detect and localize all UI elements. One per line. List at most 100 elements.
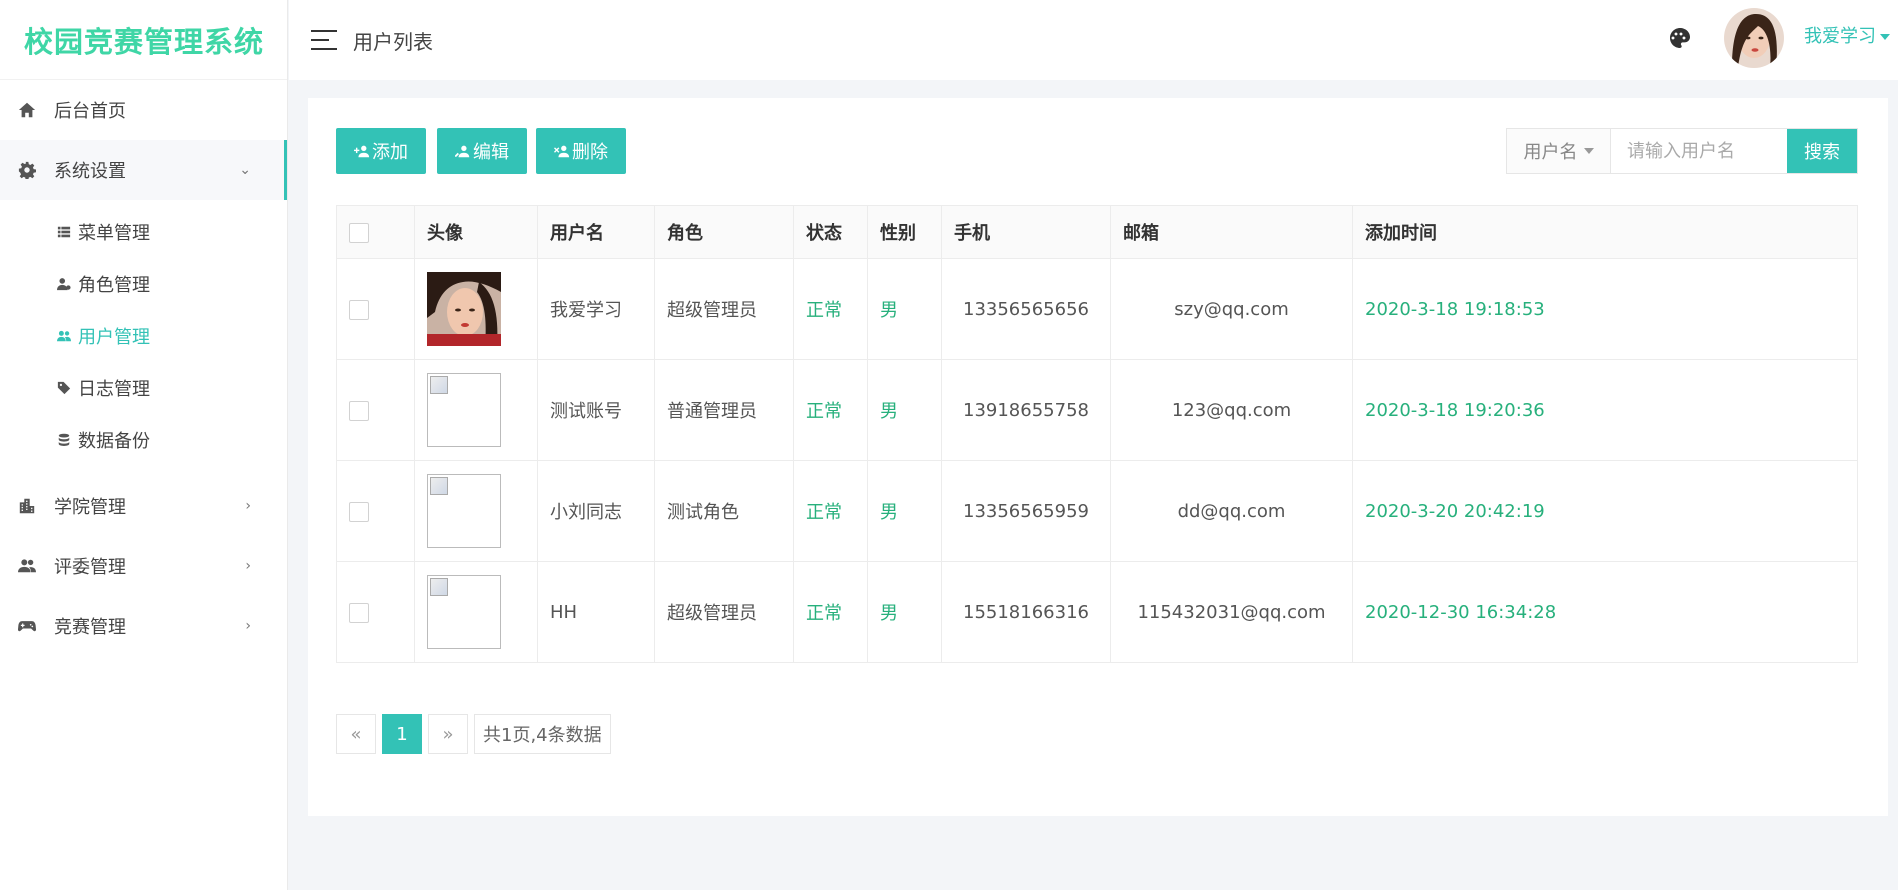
edit-user-button[interactable]: 编辑 — [437, 128, 527, 174]
search-input[interactable] — [1611, 129, 1787, 173]
row-checkbox[interactable] — [349, 400, 369, 421]
user-menu[interactable]: 我爱学习 — [1804, 22, 1890, 48]
role-cell: 测试角色 — [654, 460, 794, 562]
status-cell: 正常 — [793, 359, 868, 461]
sidebar-item-menu-management[interactable]: 菜单管理 — [0, 206, 287, 258]
pagination: « 1 » 共1页,4条数据 — [336, 714, 617, 754]
added-time-cell: 2020-12-30 16:34:28 — [1352, 561, 1858, 663]
gamepad-icon — [16, 615, 38, 637]
status-cell: 正常 — [793, 258, 868, 360]
sidebar-item-label: 数据备份 — [78, 431, 150, 452]
sidebar-item-judge-management[interactable]: 评委管理 › — [0, 536, 287, 596]
role-cell: 普通管理员 — [654, 359, 794, 461]
prev-page-button[interactable]: « — [336, 714, 376, 754]
add-user-button[interactable]: 添加 — [336, 128, 426, 174]
list-icon — [56, 224, 72, 240]
row-checkbox[interactable] — [349, 299, 369, 320]
row-checkbox[interactable] — [349, 602, 369, 623]
people-icon — [16, 555, 38, 577]
sidebar-item-user-management[interactable]: 用户管理 — [0, 310, 287, 362]
user-list-card: 添加 编辑 删除 用户名 搜索 头像 用户名 角色 状态 性别 手机 邮箱 — [308, 98, 1888, 816]
username-cell: HH — [537, 561, 655, 663]
database-icon — [56, 432, 72, 448]
table-row[interactable]: 小刘同志 测试角色 正常 男 13356565959 dd@qq.com 202… — [336, 460, 1858, 562]
sidebar-item-label: 竞赛管理 — [54, 617, 126, 638]
sidebar-item-data-backup[interactable]: 数据备份 — [0, 414, 287, 466]
chevron-right-icon: › — [245, 558, 251, 574]
broken-image-icon — [427, 373, 501, 447]
search-field-label: 用户名 — [1523, 142, 1578, 163]
phone-cell: 13356565656 — [941, 258, 1111, 360]
page-number-button[interactable]: 1 — [382, 714, 422, 754]
gender-cell: 男 — [867, 561, 942, 663]
username-cell: 小刘同志 — [537, 460, 655, 562]
column-header: 状态 — [793, 205, 868, 259]
gender-cell: 男 — [867, 359, 942, 461]
role-cell: 超级管理员 — [654, 561, 794, 663]
email-cell: dd@qq.com — [1110, 460, 1353, 562]
email-cell: 123@qq.com — [1110, 359, 1353, 461]
select-all-checkbox[interactable] — [349, 222, 369, 243]
sidebar-item-system-settings[interactable]: 系统设置 ⌄ — [0, 140, 287, 200]
broken-image-icon — [427, 575, 501, 649]
sidebar-item-label: 后台首页 — [54, 101, 126, 122]
top-header: 用户列表 我爱学习 — [289, 0, 1898, 80]
add-button-label: 添加 — [372, 142, 408, 163]
avatar[interactable] — [1724, 8, 1784, 68]
table-header-row: 头像 用户名 角色 状态 性别 手机 邮箱 添加时间 — [336, 205, 1858, 259]
row-checkbox[interactable] — [349, 501, 369, 522]
gender-cell: 男 — [867, 258, 942, 360]
table-row[interactable]: HH 超级管理员 正常 男 15518166316 115432031@qq.c… — [336, 561, 1858, 663]
sidebar-item-label: 评委管理 — [54, 557, 126, 578]
username-cell: 我爱学习 — [537, 258, 655, 360]
users-icon — [56, 328, 72, 344]
email-cell: szy@qq.com — [1110, 258, 1353, 360]
user-table: 头像 用户名 角色 状态 性别 手机 邮箱 添加时间 我爱学习 超级管理员 正常… — [336, 205, 1858, 663]
table-row[interactable]: 测试账号 普通管理员 正常 男 13918655758 123@qq.com 2… — [336, 359, 1858, 461]
search-button[interactable]: 搜索 — [1787, 129, 1857, 173]
delete-button-label: 删除 — [572, 142, 608, 163]
user-role-icon — [56, 276, 72, 292]
sidebar-item-label: 日志管理 — [78, 379, 150, 400]
tag-icon — [56, 380, 72, 396]
email-cell: 115432031@qq.com — [1110, 561, 1353, 663]
broken-image-icon — [427, 474, 501, 548]
sidebar-item-competition-management[interactable]: 竞赛管理 › — [0, 596, 287, 656]
caret-down-icon — [1583, 148, 1594, 154]
remove-user-icon — [554, 145, 570, 158]
added-time-cell: 2020-3-18 19:20:36 — [1352, 359, 1858, 461]
table-row[interactable]: 我爱学习 超级管理员 正常 男 13356565656 szy@qq.com 2… — [336, 258, 1858, 360]
gear-icon — [16, 159, 38, 181]
building-icon — [16, 495, 38, 517]
status-cell: 正常 — [793, 460, 868, 562]
phone-cell: 13918655758 — [941, 359, 1111, 461]
sidebar-item-label: 用户管理 — [78, 327, 150, 348]
hamburger-icon[interactable] — [311, 30, 337, 50]
sidebar-item-college-management[interactable]: 学院管理 › — [0, 476, 287, 536]
user-name-label: 我爱学习 — [1804, 26, 1876, 47]
sidebar-item-label: 角色管理 — [78, 275, 150, 296]
status-cell: 正常 — [793, 561, 868, 663]
select-all-header — [336, 205, 415, 259]
user-avatar — [427, 272, 501, 346]
added-time-cell: 2020-3-18 19:18:53 — [1352, 258, 1858, 360]
search-field-select[interactable]: 用户名 — [1507, 129, 1611, 173]
app-brand: 校园竞赛管理系统 — [0, 0, 287, 80]
sidebar-item-home[interactable]: 后台首页 — [0, 80, 287, 140]
phone-cell: 13356565959 — [941, 460, 1111, 562]
page-title: 用户列表 — [353, 29, 433, 54]
search-bar: 用户名 搜索 — [1506, 128, 1858, 174]
palette-icon[interactable] — [1668, 26, 1692, 50]
sidebar-item-label: 菜单管理 — [78, 223, 150, 244]
sidebar-item-log-management[interactable]: 日志管理 — [0, 362, 287, 414]
role-cell: 超级管理员 — [654, 258, 794, 360]
pagination-info: 共1页,4条数据 — [474, 714, 611, 754]
delete-user-button[interactable]: 删除 — [536, 128, 626, 174]
chevron-right-icon: › — [245, 618, 251, 634]
add-user-icon — [354, 145, 370, 158]
chevron-right-icon: › — [245, 498, 251, 514]
next-page-button[interactable]: » — [428, 714, 468, 754]
column-header: 手机 — [941, 205, 1111, 259]
column-header: 添加时间 — [1352, 205, 1858, 259]
sidebar-item-role-management[interactable]: 角色管理 — [0, 258, 287, 310]
